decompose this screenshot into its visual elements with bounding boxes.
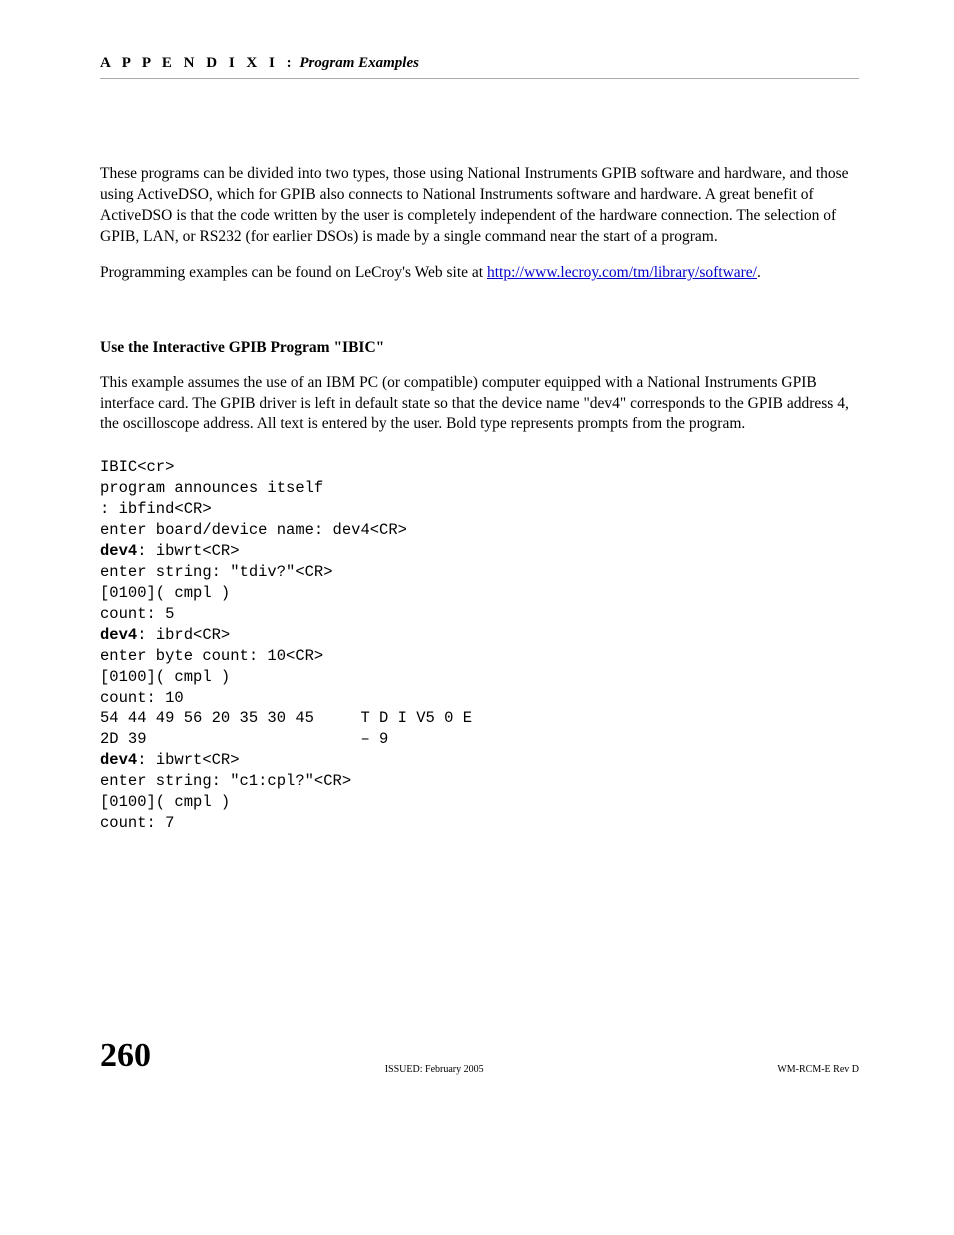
code-prompt: dev4 <box>100 751 137 769</box>
page-header: A P P E N D I X I : Program Examples <box>100 55 859 79</box>
code-line: : ibwrt<CR> <box>137 751 239 769</box>
code-prompt: dev4 <box>100 542 137 560</box>
appendix-title: Program Examples <box>296 55 419 71</box>
code-line: [0100]( cmpl ) <box>100 584 230 602</box>
code-line: 54 44 49 56 20 35 30 45 T D I V5 0 E <box>100 709 472 727</box>
code-line: program announces itself <box>100 479 323 497</box>
code-line: enter byte count: 10<CR> <box>100 647 323 665</box>
section-subhead: Use the Interactive GPIB Program "IBIC" <box>100 339 859 357</box>
code-line: : ibfind<CR> <box>100 500 212 518</box>
appendix-label: A P P E N D I X I : <box>100 55 296 71</box>
para2-suffix: . <box>757 264 761 281</box>
intro-paragraph-2: Programming examples can be found on LeC… <box>100 263 859 284</box>
code-line: 2D 39 – 9 <box>100 730 388 748</box>
code-line: : ibwrt<CR> <box>137 542 239 560</box>
intro-paragraph-1: These programs can be divided into two t… <box>100 164 859 248</box>
page-number: 260 <box>100 1037 151 1075</box>
code-prompt: dev4 <box>100 626 137 644</box>
page-footer: 260 ISSUED: February 2005 WM-RCM-E Rev D <box>100 1037 859 1075</box>
code-line: enter board/device name: dev4<CR> <box>100 521 407 539</box>
code-line: count: 10 <box>100 689 184 707</box>
code-line: enter string: "c1:cpl?"<CR> <box>100 772 351 790</box>
code-line: [0100]( cmpl ) <box>100 668 230 686</box>
issued-date: ISSUED: February 2005 <box>385 1064 484 1075</box>
code-line: count: 5 <box>100 605 174 623</box>
code-line: count: 7 <box>100 814 174 832</box>
revision-label: WM-RCM-E Rev D <box>777 1064 859 1075</box>
para2-prefix: Programming examples can be found on LeC… <box>100 264 487 281</box>
code-line: IBIC<cr> <box>100 458 174 476</box>
code-line: : ibrd<CR> <box>137 626 230 644</box>
code-block: IBIC<cr> program announces itself : ibfi… <box>100 457 859 834</box>
code-line: [0100]( cmpl ) <box>100 793 230 811</box>
code-line: enter string: "tdiv?"<CR> <box>100 563 333 581</box>
section-paragraph: This example assumes the use of an IBM P… <box>100 373 859 436</box>
lecroy-link[interactable]: http://www.lecroy.com/tm/library/softwar… <box>487 264 757 281</box>
